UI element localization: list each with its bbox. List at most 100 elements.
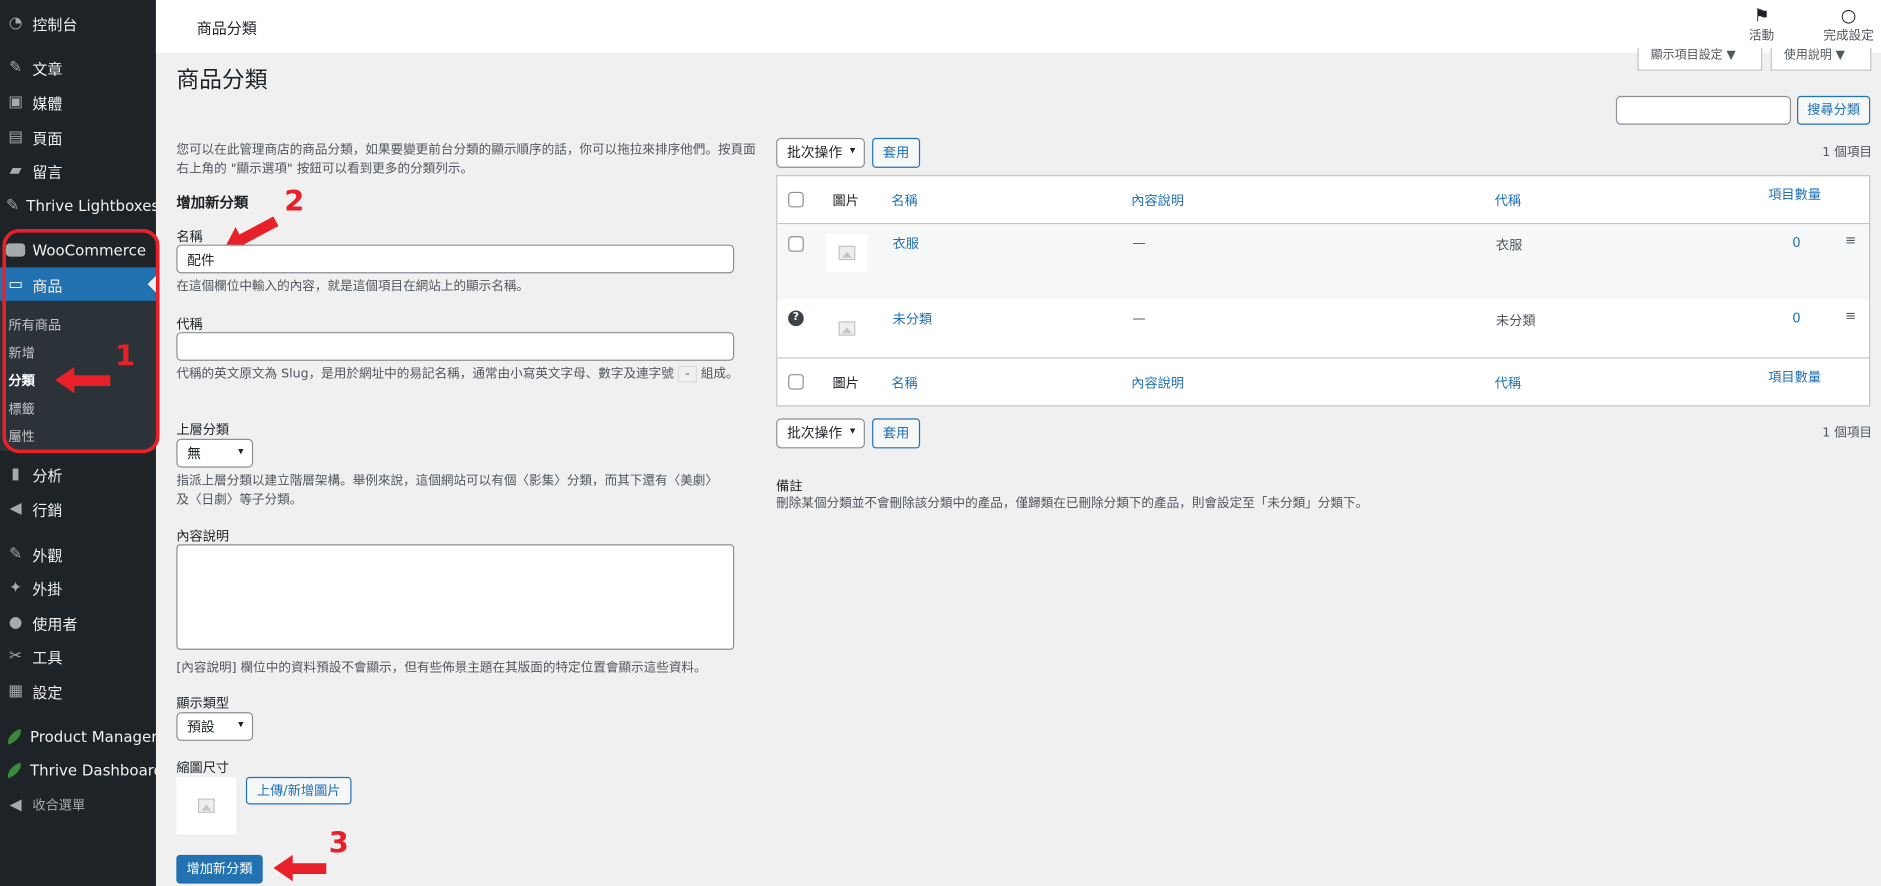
- finish-setup-button[interactable]: ○ 完成設定: [1823, 5, 1873, 45]
- chevron-down-icon: ▾: [238, 719, 244, 732]
- page-icon: ▤: [8, 127, 23, 146]
- menu-comments[interactable]: ▰ 留言: [0, 153, 156, 187]
- slug-help: 代稱的英文原文為 Slug，是用於網址中的易記名稱，通常由小寫英文字母、數字及連…: [176, 365, 739, 383]
- note-title: 備註: [776, 478, 803, 494]
- slug-label: 代稱: [176, 316, 203, 333]
- page-intro: 您可以在此管理商店的商品分類，如果要變更前台分類的顯示順序的話，你可以拖拉來排序…: [176, 142, 756, 177]
- row-thumbnail: [826, 309, 868, 348]
- screen-options-button[interactable]: 顯示項目設定 ▼: [1637, 47, 1763, 71]
- column-slug[interactable]: 代稱: [1495, 191, 1521, 210]
- select-all-checkbox-footer[interactable]: [788, 374, 804, 390]
- drag-handle-icon[interactable]: ≡: [1845, 308, 1856, 324]
- drag-handle-icon[interactable]: ≡: [1845, 233, 1856, 249]
- thumbnail-label: 縮圖尺寸: [176, 760, 230, 776]
- chevron-down-icon: ▾: [849, 425, 856, 438]
- column-slug-footer[interactable]: 代稱: [1495, 373, 1521, 392]
- menu-thrive-lightboxes[interactable]: ✎ Thrive Lightboxes: [0, 188, 159, 222]
- annotation-arrow-2: [237, 216, 279, 246]
- pin-icon: ✎: [9, 58, 23, 77]
- tools-icon: ✂: [9, 646, 23, 665]
- chevron-down-icon: ▾: [849, 145, 856, 158]
- row-count[interactable]: 0: [1792, 311, 1800, 327]
- annotation-highlight-box: [2, 228, 160, 454]
- menu-collapse[interactable]: ◀ 收合選單: [0, 788, 156, 822]
- users-icon: ●: [8, 613, 23, 632]
- menu-analytics[interactable]: ▮ 分析: [0, 457, 156, 491]
- media-icon: ▣: [8, 92, 23, 111]
- app-root: ◔ 控制台 ✎ 文章 ▣ 媒體 ▤ 頁面 ▰ 留言 ✎ Thrive Lightboxes …: [0, 0, 1881, 886]
- column-description-footer[interactable]: 內容說明: [1131, 373, 1184, 392]
- column-count-footer[interactable]: 項目數量: [1768, 367, 1821, 386]
- bulk-actions-select-top[interactable]: 批次操作 ▾: [776, 137, 865, 168]
- search-button[interactable]: 搜尋分類: [1797, 95, 1871, 125]
- row-name-link[interactable]: 未分類: [893, 309, 933, 328]
- form-heading: 增加新分類: [176, 194, 249, 212]
- annotation-step-2: 2: [284, 184, 305, 219]
- name-label: 名稱: [176, 228, 203, 245]
- menu-users[interactable]: ● 使用者: [0, 605, 156, 639]
- help-icon[interactable]: ?: [788, 310, 804, 327]
- collapse-icon: ◀: [9, 795, 22, 814]
- add-category-button[interactable]: 增加新分類: [176, 854, 263, 884]
- note-text: 刪除某個分類並不會刪除該分類中的產品，僅歸類在已刪除分類下的產品，則會設定至「未…: [776, 496, 1369, 511]
- menu-media[interactable]: ▣ 媒體: [0, 85, 156, 119]
- description-help: [內容說明] 欄位中的資料預設不會顯示，但有些佈景主題在其版面的特定位置會顯示這…: [176, 660, 707, 675]
- row-checkbox[interactable]: [788, 236, 804, 252]
- menu-thrive-dashboard[interactable]: Thrive Dashboard: [0, 753, 163, 787]
- parent-label: 上層分類: [176, 422, 230, 438]
- help-button[interactable]: 使用說明 ▼: [1770, 47, 1872, 71]
- appearance-icon: ✎: [9, 544, 23, 563]
- search-input[interactable]: [1615, 95, 1792, 125]
- activity-button[interactable]: ⚑ 活動: [1749, 5, 1774, 45]
- column-image: 圖片: [832, 193, 859, 209]
- settings-icon: ▦: [8, 681, 23, 700]
- column-name[interactable]: 名稱: [891, 191, 917, 210]
- description-label: 內容說明: [176, 528, 230, 545]
- image-placeholder-icon: [838, 321, 856, 336]
- row-slug: 未分類: [1495, 312, 1536, 329]
- apply-button-bottom[interactable]: 套用: [872, 418, 921, 449]
- column-description[interactable]: 內容說明: [1131, 191, 1184, 210]
- annotation-step-3: 3: [328, 826, 349, 860]
- categories-table: 圖片 名稱 內容說明 代稱 項目數量 衣服 — 衣服 0 ≡ ? 未分類 — 未…: [776, 175, 1871, 407]
- name-input[interactable]: 配件: [176, 244, 735, 274]
- annotation-step-1: 1: [115, 339, 136, 373]
- image-placeholder-icon: [197, 798, 215, 813]
- row-description: —: [1132, 234, 1146, 251]
- item-count-top: 1 個項目: [1822, 145, 1873, 160]
- bulk-actions-select-bottom[interactable]: 批次操作 ▾: [776, 418, 865, 449]
- display-type-label: 顯示類型: [176, 695, 230, 711]
- column-image-footer: 圖片: [832, 375, 859, 391]
- slug-input[interactable]: [176, 332, 735, 361]
- analytics-icon: ▮: [11, 464, 20, 483]
- parent-select[interactable]: 無 ▾: [176, 438, 254, 468]
- menu-settings[interactable]: ▦ 設定: [0, 674, 156, 708]
- menu-posts[interactable]: ✎ 文章: [0, 50, 156, 84]
- menu-product-manager[interactable]: Product Manager: [0, 719, 157, 753]
- row-count[interactable]: 0: [1792, 235, 1800, 251]
- apply-button-top[interactable]: 套用: [872, 137, 921, 168]
- menu-marketing[interactable]: ◀ 行銷: [0, 492, 156, 526]
- menu-dashboard[interactable]: ◔ 控制台: [0, 6, 156, 40]
- description-textarea[interactable]: [176, 544, 735, 650]
- annotation-arrow-1: [55, 366, 111, 394]
- row-thumbnail: [826, 233, 868, 273]
- row-description: —: [1132, 310, 1146, 327]
- display-type-select[interactable]: 預設 ▾: [176, 712, 254, 741]
- leaf-icon: [4, 727, 25, 746]
- menu-appearance[interactable]: ✎ 外觀: [0, 537, 156, 571]
- row-name-link[interactable]: 衣服: [893, 234, 919, 253]
- menu-plugins[interactable]: ✦ 外掛: [0, 571, 156, 605]
- upload-image-button[interactable]: 上傳/新增圖片: [245, 776, 352, 805]
- top-bar-title: 商品分類: [196, 19, 257, 38]
- image-placeholder-icon: [838, 245, 856, 261]
- circle-icon: ○: [1840, 4, 1857, 27]
- megaphone-icon: ◀: [9, 499, 22, 518]
- column-name-footer[interactable]: 名稱: [891, 373, 917, 392]
- menu-tools[interactable]: ✂ 工具: [0, 639, 156, 673]
- select-all-checkbox[interactable]: [788, 191, 804, 208]
- column-count[interactable]: 項目數量: [1768, 185, 1821, 204]
- menu-pages[interactable]: ▤ 頁面: [0, 120, 156, 154]
- top-bar: 商品分類 ⚑ 活動 ○ 完成設定: [155, 0, 1881, 53]
- comment-icon: ▰: [9, 161, 22, 180]
